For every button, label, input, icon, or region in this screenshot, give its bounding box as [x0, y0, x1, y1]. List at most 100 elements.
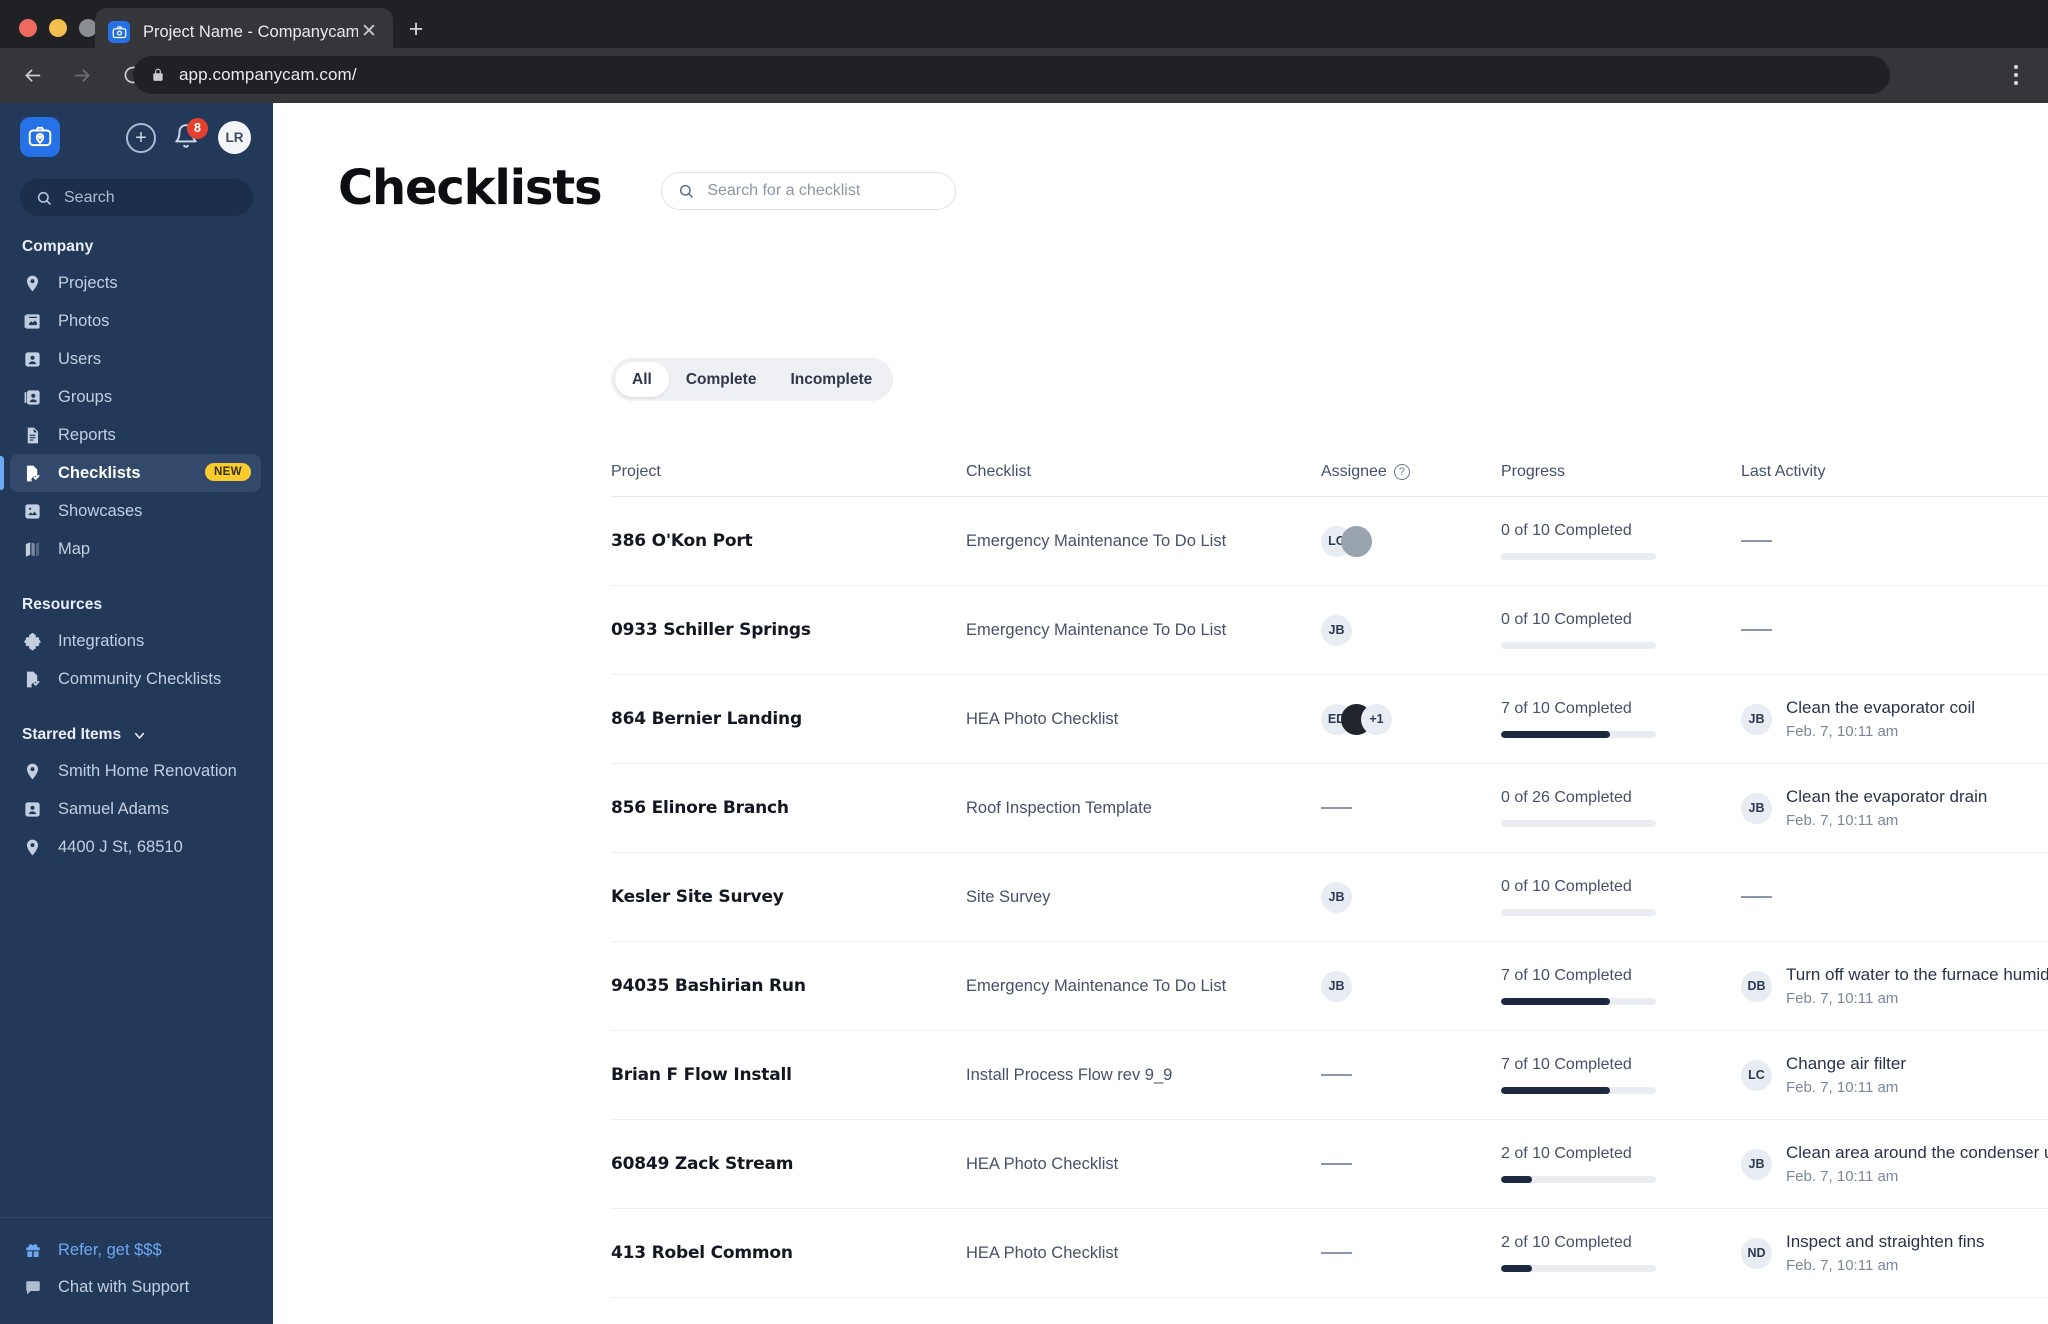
activity-title: Clean area around the condenser unit	[1786, 1143, 2048, 1162]
cell-checklist[interactable]: Site Survey	[966, 886, 1321, 909]
activity-timestamp: Feb. 7, 10:11 am	[1786, 812, 1899, 829]
table-row[interactable]: 386 O'Kon Port Emergency Maintenance To D…	[611, 497, 2048, 586]
assignee-avatar-stack[interactable]: JB	[1321, 614, 1352, 646]
progress-bar	[1501, 1087, 1656, 1094]
search-icon	[36, 190, 52, 206]
cell-progress: 7 of 10 Completed	[1501, 700, 1741, 738]
minimize-window-button[interactable]	[49, 19, 67, 37]
filter-tab-incomplete[interactable]: Incomplete	[773, 362, 889, 397]
avatar[interactable]: JB	[1321, 881, 1352, 913]
column-header-checklist: Checklist	[966, 463, 1031, 480]
chevron-down-icon[interactable]	[132, 728, 147, 743]
progress-bar	[1501, 642, 1656, 649]
table-row[interactable]: 60849 Zack Stream HEA Photo Checklist 2 of…	[611, 1120, 2048, 1209]
search-input[interactable]: Search	[20, 179, 253, 216]
refer-button[interactable]: Refer, get $$$	[0, 1232, 273, 1269]
assignee-avatar-stack[interactable]: JB	[1321, 970, 1352, 1002]
sidebar-item-samuel-adams[interactable]: Samuel Adams	[10, 790, 261, 828]
cell-progress: 7 of 10 Completed	[1501, 1056, 1741, 1094]
empty-value-dash	[1321, 1252, 1352, 1254]
sidebar-item-map[interactable]: Map	[10, 530, 261, 568]
sidebar-item-community-checklists[interactable]: Community Checklists	[10, 660, 261, 698]
progress-label: 7 of 10 Completed	[1501, 1056, 1632, 1073]
close-window-button[interactable]	[19, 19, 37, 37]
empty-value-dash	[1321, 1074, 1352, 1076]
avatar[interactable]: JB	[1321, 614, 1352, 646]
filter-tab-complete[interactable]: Complete	[669, 362, 774, 397]
cell-checklist[interactable]: HEA Photo Checklist	[966, 1153, 1321, 1176]
activity-text: Clean the evaporator drain Feb. 7, 10:11 …	[1786, 787, 1987, 829]
filter-tab-all[interactable]: All	[615, 362, 669, 397]
map-pin-icon	[22, 274, 43, 293]
progress-bar	[1501, 820, 1656, 827]
kebab-menu-icon[interactable]	[1998, 57, 2034, 93]
sidebar-nav: Company Projects Photos Users Groups Reports…	[0, 216, 273, 1217]
column-header-assignee-label: Assignee	[1321, 463, 1387, 480]
cell-checklist[interactable]: Install Process Flow rev 9_9	[966, 1064, 1321, 1087]
sidebar-item-smith-home-renovation[interactable]: Smith Home Renovation	[10, 752, 261, 790]
starred-items-label: Starred Items	[22, 726, 122, 743]
cell-checklist[interactable]: HEA Photo Checklist	[966, 1242, 1321, 1265]
bell-icon[interactable]: 8	[173, 117, 208, 153]
starred-items-header[interactable]: Starred Items	[0, 726, 273, 752]
progress-label: 2 of 10 Completed	[1501, 1145, 1632, 1162]
nav-list-resources: Integrations Community Checklists	[0, 622, 273, 698]
cell-assignee	[1321, 1163, 1501, 1165]
checklist-search-input[interactable]: Search for a checklist	[661, 172, 957, 210]
table-row[interactable]: 0933 Schiller Springs Emergency Maintenan…	[611, 586, 2048, 675]
cell-assignee: JB	[1321, 970, 1501, 1002]
table-row[interactable]: 864 Bernier Landing HEA Photo Checklist ED…	[611, 675, 2048, 764]
assignee-overflow-count[interactable]: +1	[1361, 703, 1392, 735]
cell-checklist[interactable]: Roof Inspection Template	[966, 797, 1321, 820]
cell-last-activity	[1741, 629, 2048, 631]
avatar-photo[interactable]	[1341, 525, 1372, 557]
nav-list-starred: Smith Home Renovation Samuel Adams 4400 J …	[0, 752, 273, 866]
progress-label: 0 of 10 Completed	[1501, 522, 1632, 539]
cell-last-activity	[1741, 896, 2048, 898]
cell-checklist[interactable]: Emergency Maintenance To Do List	[966, 975, 1321, 998]
avatar[interactable]: LR	[218, 121, 251, 154]
sidebar-item-reports[interactable]: Reports	[10, 416, 261, 454]
table-row[interactable]: Kesler Site Survey Site Survey JB 0 of 10 C…	[611, 853, 2048, 942]
chat-support-button[interactable]: Chat with Support	[0, 1269, 273, 1306]
activity-text: Clean the evaporator coil Feb. 7, 10:11 a…	[1786, 698, 1975, 740]
cell-checklist[interactable]: Emergency Maintenance To Do List	[966, 530, 1321, 553]
new-badge: NEW	[204, 463, 251, 481]
table-row[interactable]: 19685 Kilback TurnpikeProcesses Post Sur…	[611, 1298, 2048, 1324]
sidebar-item-4400-j-st-68510[interactable]: 4400 J St, 68510	[10, 828, 261, 866]
window-traffic-lights	[19, 19, 97, 37]
avatar[interactable]: JB	[1321, 970, 1352, 1002]
sidebar-item-label: 4400 J St, 68510	[58, 837, 183, 856]
browser-tabstrip: Project Name - Companycam ✕ +	[0, 0, 2048, 56]
table-row[interactable]: 856 Elinore Branch Roof Inspection Templa…	[611, 764, 2048, 853]
table-row[interactable]: 94035 Bashirian Run Emergency Maintenance…	[611, 942, 2048, 1031]
sidebar-item-users[interactable]: Users	[10, 340, 261, 378]
sidebar-item-showcases[interactable]: Showcases	[10, 492, 261, 530]
sidebar-item-integrations[interactable]: Integrations	[10, 622, 261, 660]
assignee-avatar-stack[interactable]: ED +1	[1321, 703, 1392, 735]
cell-checklist[interactable]: Emergency Maintenance To Do List	[966, 619, 1321, 642]
table-row[interactable]: Brian F Flow Install Install Process Flow…	[611, 1031, 2048, 1120]
close-icon[interactable]: ✕	[358, 21, 380, 43]
assignee-avatar-stack[interactable]: JB	[1321, 881, 1352, 913]
plus-icon[interactable]: +	[400, 13, 432, 45]
cell-project: 386 O'Kon Port	[611, 531, 753, 551]
cell-checklist[interactable]: HEA Photo Checklist	[966, 708, 1321, 731]
address-bar[interactable]: app.companycam.com/	[133, 56, 1890, 94]
plus-circle-icon[interactable]: +	[126, 122, 156, 153]
cell-progress: 0 of 10 Completed	[1501, 878, 1741, 916]
table-row[interactable]: 413 Robel Common HEA Photo Checklist 2 of …	[611, 1209, 2048, 1298]
sidebar-item-projects[interactable]: Projects	[10, 264, 261, 302]
sidebar-header: + 8 LR	[0, 103, 273, 179]
avatar: JB	[1741, 1148, 1772, 1180]
companycam-logo-icon[interactable]	[20, 117, 60, 157]
sidebar-item-groups[interactable]: Groups	[10, 378, 261, 416]
arrow-left-icon[interactable]	[14, 58, 50, 94]
sidebar-item-label: Integrations	[58, 631, 145, 650]
sidebar-item-photos[interactable]: Photos	[10, 302, 261, 340]
question-mark-icon[interactable]: ?	[1393, 464, 1410, 480]
assignee-avatar-stack[interactable]: LC	[1321, 525, 1372, 557]
checklist-search-placeholder: Search for a checklist	[707, 182, 861, 199]
table-header-row: Project Checklist Assignee ? Progress La…	[611, 448, 2048, 497]
sidebar-item-checklists[interactable]: Checklists NEW	[0, 454, 261, 492]
